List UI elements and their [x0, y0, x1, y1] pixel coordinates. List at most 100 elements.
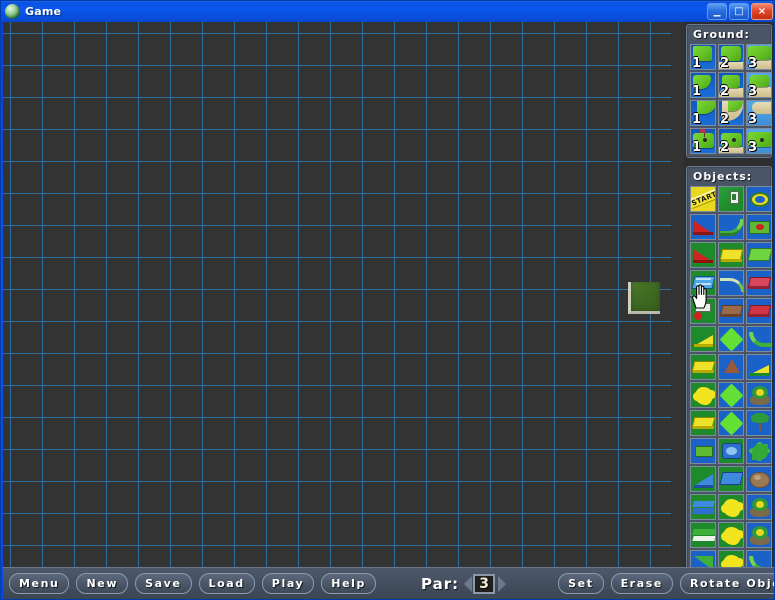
par-label: Par:: [421, 574, 460, 593]
object-tile-brown-slab[interactable]: [718, 298, 744, 324]
object-tile-green-curve[interactable]: [746, 326, 772, 352]
object-tile-blue-rail[interactable]: [690, 494, 716, 520]
objects-tile-grid[interactable]: START: [687, 186, 772, 599]
ground-tile-number: 1: [692, 84, 702, 98]
ground-tile-7[interactable]: 1: [690, 100, 716, 126]
object-tile-palm-bush[interactable]: [746, 382, 772, 408]
object-tile-boulder-rock[interactable]: [746, 466, 772, 492]
ground-tile-4[interactable]: 1: [690, 72, 716, 98]
object-tile-yellow-curve[interactable]: [690, 438, 716, 464]
ground-tile-1[interactable]: 1: [690, 44, 716, 70]
object-tile-red-pink-slab[interactable]: [746, 270, 772, 296]
par-value[interactable]: 3: [473, 573, 496, 594]
side-panel: Ground: 1 2 3 1 2 3 1 2 3 1 2 3 Objects: START: [684, 22, 774, 599]
object-tile-bush-small[interactable]: [746, 522, 772, 548]
erase-button[interactable]: Erase: [610, 573, 673, 594]
ground-tile-number: 2: [720, 112, 730, 126]
save-button[interactable]: Save: [135, 573, 192, 594]
object-tile-lime-diamond[interactable]: [718, 326, 744, 352]
object-tile-yellow-fan[interactable]: [690, 382, 716, 408]
close-icon: ×: [757, 6, 767, 17]
play-button[interactable]: Play: [261, 573, 315, 594]
left-tool-buttons: Menu New Save Load Play Help: [9, 573, 383, 594]
ground-tile-number: 3: [748, 56, 758, 70]
object-tile-blue-block[interactable]: [718, 466, 744, 492]
object-tile-green-white-rail[interactable]: [690, 522, 716, 548]
objects-panel: Objects: START: [686, 166, 772, 599]
ground-tile-5[interactable]: 2: [718, 72, 744, 98]
object-tile-green-slab[interactable]: [746, 242, 772, 268]
object-tile-red-wedge[interactable]: [690, 242, 716, 268]
ground-tile-number: 2: [720, 84, 730, 98]
window-title: Game: [25, 5, 62, 18]
object-tile-yellow-slab-2[interactable]: [690, 410, 716, 436]
load-button[interactable]: Load: [198, 573, 255, 594]
rotate-object-button[interactable]: Rotate Object: [679, 573, 774, 594]
bottom-toolbar: Menu New Save Load Play Help Par: 3 Set Erase R…: [3, 567, 774, 599]
app-globe-icon: [5, 4, 20, 19]
object-tile-yellow-slab[interactable]: [690, 354, 716, 380]
object-tile-curved-rail[interactable]: [718, 270, 744, 296]
ground-tile-number: 3: [748, 112, 758, 126]
par-decrement-button[interactable]: [464, 575, 473, 592]
object-tile-start-banner[interactable]: START: [690, 186, 716, 212]
ground-panel-title: Ground:: [693, 28, 750, 41]
right-tool-buttons: Set Erase Rotate Object: [558, 573, 774, 594]
ground-tile-number: 2: [720, 56, 730, 70]
ground-tile-number: 3: [748, 140, 758, 154]
ground-tile-9[interactable]: 3: [746, 100, 772, 126]
title-bar: Game _ □ ×: [1, 1, 774, 22]
object-tile-brown-cone[interactable]: [718, 354, 744, 380]
object-tile-palm-tree[interactable]: [746, 410, 772, 436]
set-button[interactable]: Set: [558, 573, 604, 594]
par-control: Par: 3: [421, 573, 507, 594]
minimize-icon: _: [713, 1, 721, 17]
object-tile-yellow-ramp-sand[interactable]: [746, 354, 772, 380]
maximize-icon: □: [734, 6, 744, 17]
object-tile-blue-basin[interactable]: [718, 438, 744, 464]
object-tile-shrub-cluster[interactable]: [746, 494, 772, 520]
par-increment-button[interactable]: [498, 575, 507, 592]
game-window: Game _ □ × Ground: 123123123123 Objects:…: [0, 0, 775, 600]
object-tile-green-star-plant[interactable]: [746, 438, 772, 464]
ground-tile-number: 1: [692, 112, 702, 126]
object-tile-blue-brick[interactable]: [690, 270, 716, 296]
ground-tile-11[interactable]: 2: [718, 128, 744, 154]
object-tile-flag-marker[interactable]: [718, 186, 744, 212]
object-tile-red-ramp[interactable]: [690, 214, 716, 240]
ground-tile-6[interactable]: 3: [746, 72, 772, 98]
object-tile-yellow-block[interactable]: [718, 242, 744, 268]
object-tile-green-curve-rail[interactable]: [718, 214, 744, 240]
object-tile-red-slab[interactable]: [746, 298, 772, 324]
object-tile-red-post[interactable]: [690, 298, 716, 324]
object-tile-yellow-splat-2[interactable]: [718, 522, 744, 548]
window-controls: _ □ ×: [707, 1, 773, 20]
ground-tile-3[interactable]: 3: [746, 44, 772, 70]
objects-panel-title: Objects:: [693, 170, 753, 183]
new-button[interactable]: New: [76, 573, 129, 594]
ground-panel: Ground: 1 2 3 1 2 3 1 2 3 1 2 3: [686, 24, 772, 158]
object-tile-green-hole-block[interactable]: [746, 214, 772, 240]
ground-tile-8[interactable]: 2: [718, 100, 744, 126]
window-body: Ground: 1 2 3 1 2 3 1 2 3 1 2 3 Objects: START Menu…: [3, 22, 774, 599]
ground-tile-number: 2: [720, 140, 730, 154]
level-canvas[interactable]: [3, 22, 684, 567]
ground-tile-grid[interactable]: 1 2 3 1 2 3 1 2 3 1 2 3: [687, 44, 772, 157]
object-tile-yellow-splat[interactable]: [718, 494, 744, 520]
object-tile-hole-ring[interactable]: [746, 186, 772, 212]
help-button[interactable]: Help: [321, 573, 376, 594]
object-tile-yellow-wedge[interactable]: [690, 326, 716, 352]
ground-tile-2[interactable]: 2: [718, 44, 744, 70]
object-tile-blue-ramp[interactable]: [690, 466, 716, 492]
placed-green-ground-tile[interactable]: [628, 282, 660, 314]
close-button[interactable]: ×: [751, 3, 773, 20]
object-tile-lime-diamond-3[interactable]: [718, 410, 744, 436]
object-tile-lime-diamond-2[interactable]: [718, 382, 744, 408]
menu-button[interactable]: Menu: [9, 573, 70, 594]
maximize-button[interactable]: □: [729, 3, 749, 20]
ground-tile-number: 3: [748, 84, 758, 98]
ground-tile-10[interactable]: 1: [690, 128, 716, 154]
ground-tile-12[interactable]: 3: [746, 128, 772, 154]
minimize-button[interactable]: _: [707, 1, 727, 20]
ground-tile-number: 1: [692, 140, 702, 154]
